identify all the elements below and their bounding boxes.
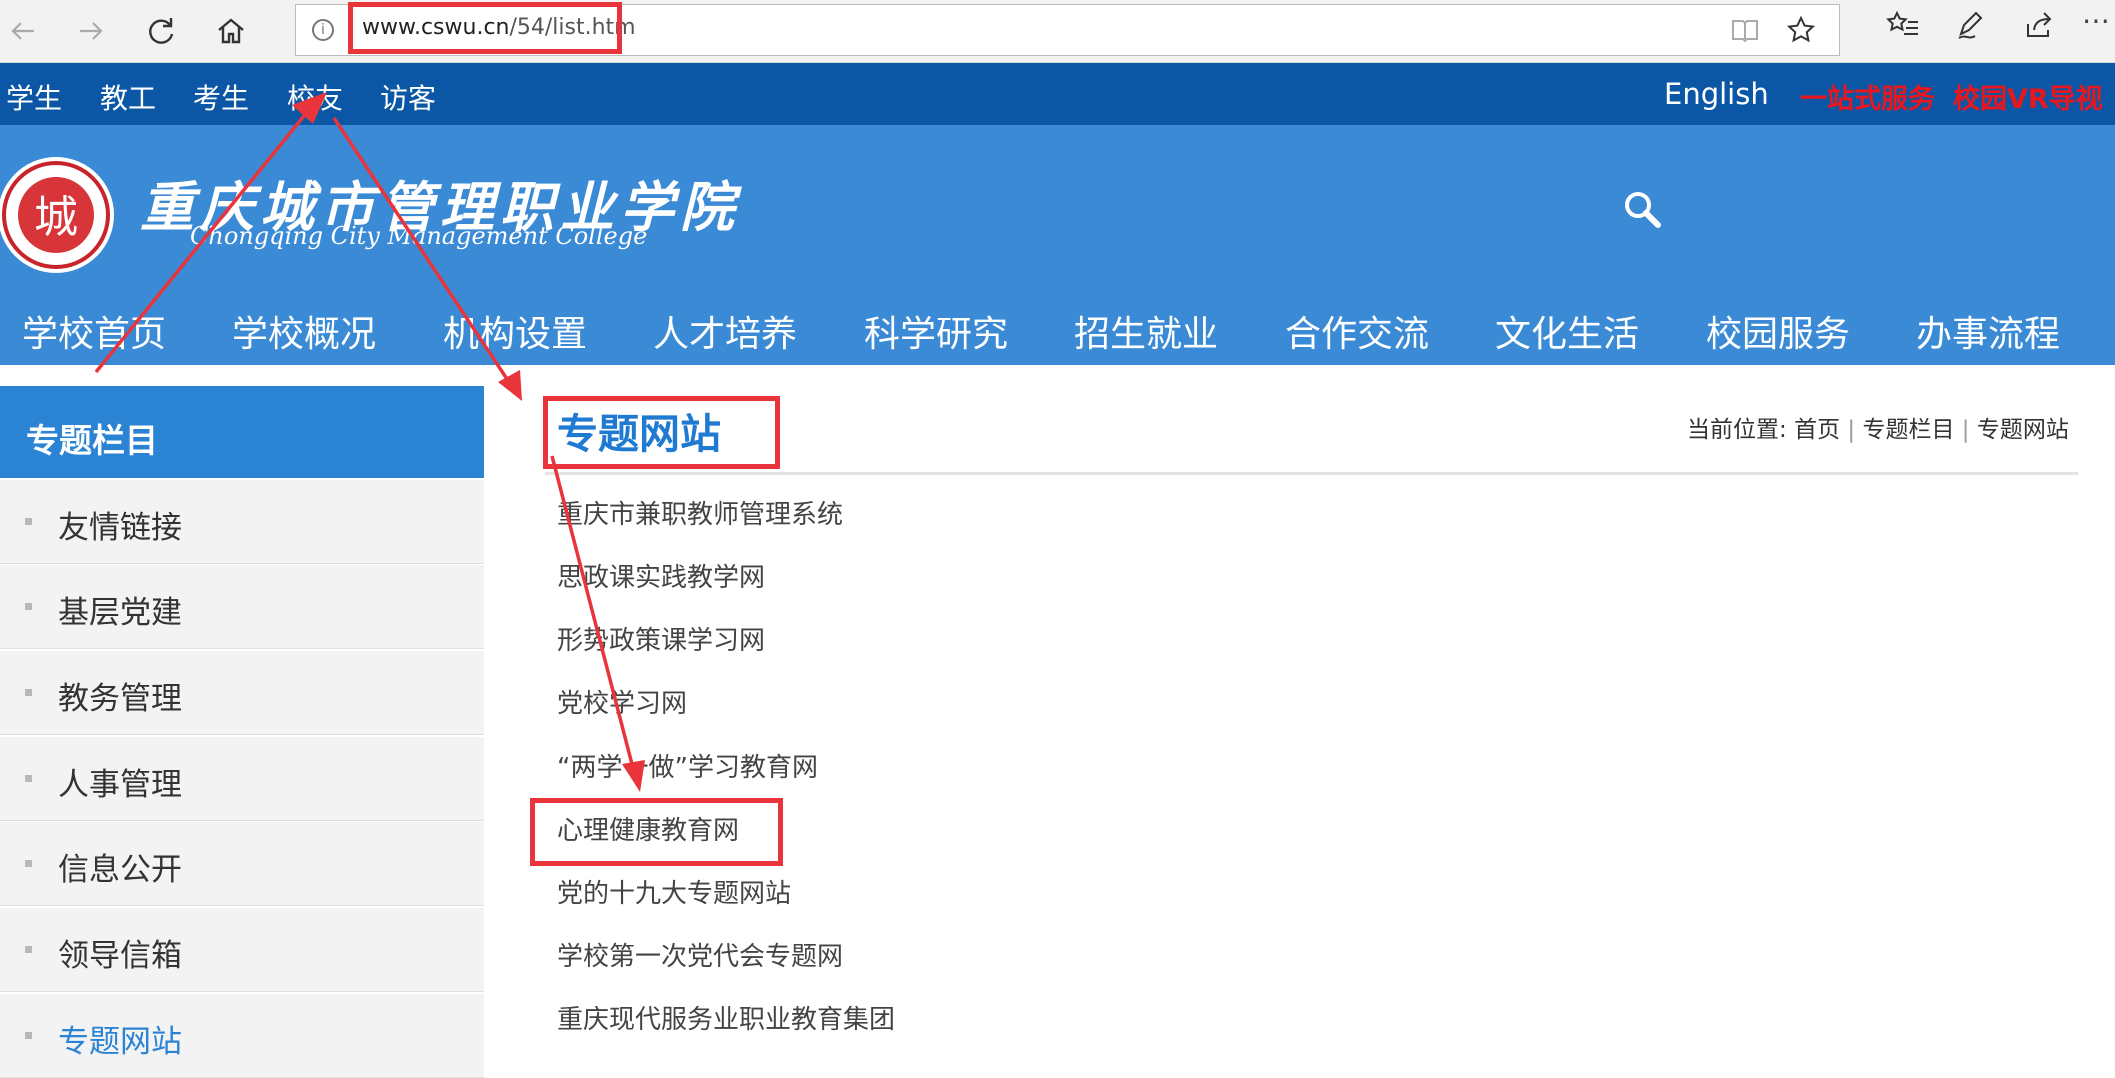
arrow-left-icon — [11, 22, 34, 40]
home-icon — [218, 18, 244, 44]
sidebar-item-academic[interactable]: 教务管理 — [0, 651, 484, 735]
book-icon — [1732, 20, 1758, 43]
english-link[interactable]: English — [1664, 77, 1769, 111]
list-item[interactable]: “两学一做”学习教育网 — [557, 747, 818, 784]
bullet-icon — [25, 860, 32, 867]
sidebar-item-hr[interactable]: 人事管理 — [0, 737, 484, 821]
list-item[interactable]: 重庆市兼职教师管理系统 — [557, 494, 843, 531]
share-button[interactable] — [2024, 10, 2054, 47]
topbar-link-alumni[interactable]: 校友 — [287, 77, 343, 117]
main-navigation: 学校首页 学校概况 机构设置 人才培养 科学研究 招生就业 合作交流 文化生活 … — [0, 293, 2115, 365]
topbar-link-staff[interactable]: 教工 — [100, 77, 156, 117]
campus-vr-link[interactable]: 校园VR导视 — [1953, 77, 2103, 116]
home-button[interactable] — [208, 8, 254, 54]
bullet-icon — [25, 518, 32, 525]
favorites-list-button[interactable] — [1886, 10, 1920, 47]
topbar-link-visitor[interactable]: 访客 — [380, 77, 436, 117]
bullet-icon — [25, 946, 32, 953]
nav-item-research[interactable]: 科学研究 — [864, 305, 1008, 357]
annotation-box-url — [348, 2, 622, 54]
list-item[interactable]: 重庆现代服务业职业教育集团 — [557, 999, 895, 1036]
annotation-box-title — [543, 396, 780, 469]
site-header: 城 重庆城市管理职业学院 Chongqing City Management C… — [0, 125, 2115, 365]
sidebar-item-disclosure[interactable]: 信息公开 — [0, 822, 484, 906]
list-item[interactable]: 党校学习网 — [557, 683, 687, 720]
breadcrumb-separator: | — [1847, 417, 1863, 443]
site-topbar: 学生 教工 考生 校友 访客 English 一站式服务 校园VR导视 — [0, 63, 2115, 125]
topbar-link-student[interactable]: 学生 — [6, 77, 62, 117]
more-button[interactable]: ⋯ — [2082, 4, 2110, 37]
bullet-icon — [25, 1032, 32, 1039]
nav-item-overview[interactable]: 学校概况 — [232, 305, 376, 357]
breadcrumb-home[interactable]: 首页 — [1794, 417, 1840, 443]
sidebar-item-label: 教务管理 — [58, 681, 182, 717]
breadcrumb: 当前位置: 首页 | 专题栏目 | 专题网站 — [1687, 410, 2069, 444]
nav-item-cooperation[interactable]: 合作交流 — [1285, 305, 1429, 357]
sidebar-item-label: 专题网站 — [58, 1024, 182, 1060]
annotation-arrowhead — [498, 370, 522, 401]
nav-item-organization[interactable]: 机构设置 — [443, 305, 587, 357]
sidebar-item-label: 领导信箱 — [58, 938, 182, 974]
bullet-icon — [25, 775, 32, 782]
college-seal-logo[interactable]: 城 — [0, 150, 115, 280]
nav-item-procedures[interactable]: 办事流程 — [1916, 305, 2060, 357]
favorites-list-icon — [1886, 10, 1918, 35]
refresh-button[interactable] — [138, 8, 184, 54]
share-icon — [2027, 12, 2052, 37]
pen-icon — [1958, 11, 1983, 39]
breadcrumb-separator: | — [1961, 417, 1977, 443]
list-item[interactable]: 学校第一次党代会专题网 — [557, 936, 843, 973]
star-icon — [1786, 15, 1816, 43]
search-icon[interactable] — [1620, 187, 1668, 235]
forward-button[interactable] — [68, 8, 114, 54]
annotation-box-target — [530, 798, 783, 866]
sidebar-item-mailbox[interactable]: 领导信箱 — [0, 908, 484, 992]
arrow-right-icon — [80, 22, 103, 40]
favorite-button[interactable] — [1786, 15, 1816, 52]
nav-item-culture[interactable]: 文化生活 — [1495, 305, 1639, 357]
sidebar-item-label: 人事管理 — [58, 767, 182, 803]
sidebar-item-label: 信息公开 — [58, 852, 182, 888]
list-item[interactable]: 党的十九大专题网站 — [557, 873, 791, 910]
list-item[interactable]: 形势政策课学习网 — [557, 620, 765, 657]
breadcrumb-topics[interactable]: 专题栏目 — [1862, 417, 1954, 443]
sidebar-item-label: 基层党建 — [58, 595, 182, 631]
nav-item-services[interactable]: 校园服务 — [1706, 305, 1850, 357]
info-icon[interactable]: i — [312, 19, 334, 41]
refresh-icon — [149, 18, 174, 44]
nav-item-talent[interactable]: 人才培养 — [653, 305, 797, 357]
sidebar-item-links[interactable]: 友情链接 — [0, 480, 484, 564]
browser-toolbar: i www.cswu.cn/54/list.htm ⋯ — [0, 0, 2115, 63]
sidebar-item-party[interactable]: 基层党建 — [0, 565, 484, 649]
reading-view-button[interactable] — [1730, 15, 1760, 52]
topbar-link-examinee[interactable]: 考生 — [193, 77, 249, 117]
breadcrumb-current[interactable]: 专题网站 — [1977, 417, 2069, 443]
list-item[interactable]: 思政课实践教学网 — [557, 557, 765, 594]
title-divider — [545, 472, 2078, 475]
more-icon: ⋯ — [2082, 4, 2110, 37]
notes-button[interactable] — [1955, 10, 1985, 47]
nav-item-admission[interactable]: 招生就业 — [1074, 305, 1218, 357]
sidebar-item-label: 友情链接 — [58, 510, 182, 546]
one-stop-service-link[interactable]: 一站式服务 — [1800, 77, 1935, 116]
bullet-icon — [25, 689, 32, 696]
sidebar-item-topics[interactable]: 专题网站 — [0, 994, 484, 1078]
sidebar-title: 专题栏目 — [0, 386, 484, 478]
seal-character: 城 — [34, 192, 78, 243]
breadcrumb-prefix: 当前位置: — [1687, 417, 1787, 443]
nav-item-home[interactable]: 学校首页 — [22, 305, 166, 357]
bullet-icon — [25, 603, 32, 610]
college-name-en: Chongqing City Management College — [190, 222, 648, 250]
back-button[interactable] — [0, 8, 46, 54]
